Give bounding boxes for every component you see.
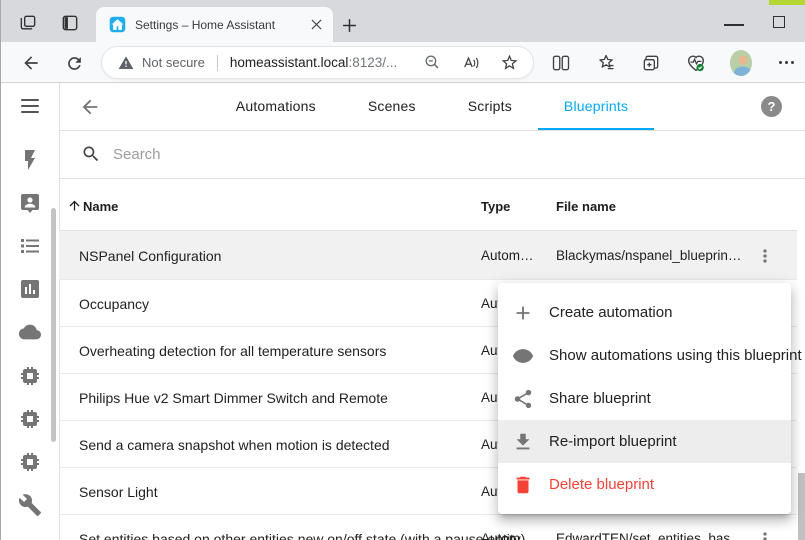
- blueprint-context-menu: Create automation Show automations using…: [498, 283, 791, 514]
- menu-item-label: Re-import blueprint: [549, 433, 677, 450]
- cell-name: Philips Hue v2 Smart Dimmer Switch and R…: [79, 390, 388, 406]
- address-bar[interactable]: Not secure homeassistant.local :8123/...: [101, 46, 534, 79]
- not-secure-label[interactable]: Not secure: [142, 55, 205, 70]
- search-row: [59, 130, 805, 179]
- url-host[interactable]: homeassistant.local: [230, 55, 349, 70]
- row-overflow-menu-icon[interactable]: [754, 245, 776, 267]
- browser-toolbar: Not secure homeassistant.local :8123/...: [1, 42, 805, 83]
- cell-name: Sensor Light: [79, 484, 158, 500]
- browser-window: Settings – Home Assistant Not secure hom…: [0, 0, 805, 540]
- ha-sidebar: [1, 83, 59, 540]
- cell-name: Occupancy: [79, 296, 149, 312]
- menu-item-share-blueprint[interactable]: Share blueprint: [498, 377, 791, 420]
- menu-item-label: Show automations using this blueprint: [549, 347, 802, 364]
- cell-name: Send a camera snapshot when motion is de…: [79, 437, 390, 453]
- home-assistant-page: Automations Scenes Scripts Blueprints ? …: [1, 83, 805, 540]
- background-app-strip: [769, 0, 805, 5]
- zoom-out-icon[interactable]: [423, 53, 442, 72]
- profile-avatar[interactable]: [730, 50, 752, 75]
- chip-icon[interactable]: [18, 407, 42, 431]
- row-overflow-menu-icon[interactable]: [754, 528, 776, 540]
- todo-list-icon[interactable]: [18, 234, 42, 258]
- cell-name: Set entities based on other entities new…: [79, 531, 525, 540]
- cloud-icon[interactable]: [18, 320, 42, 344]
- split-screen-icon[interactable]: [550, 50, 572, 75]
- tab-scripts[interactable]: Scripts: [442, 83, 538, 130]
- chip-icon[interactable]: [18, 364, 42, 388]
- sidebar-menu-icon[interactable]: [21, 99, 39, 113]
- collections-icon[interactable]: [640, 50, 662, 75]
- ha-header: Automations Scenes Scripts Blueprints ?: [59, 83, 805, 130]
- cell-file: Blackymas/nspanel_blueprin…: [556, 248, 741, 263]
- tab-actions-icon[interactable]: [59, 12, 81, 34]
- new-tab-icon[interactable]: [340, 16, 358, 34]
- menu-item-reimport-blueprint[interactable]: Re-import blueprint: [498, 420, 791, 463]
- cell-name: Overheating detection for all temperatur…: [79, 343, 386, 359]
- plus-icon: [511, 301, 535, 325]
- share-icon: [511, 387, 535, 411]
- tab-close-icon[interactable]: [307, 16, 325, 34]
- column-header-name[interactable]: Name: [83, 199, 118, 214]
- not-secure-warning-icon[interactable]: [118, 55, 134, 71]
- url-path[interactable]: :8123/...: [348, 55, 397, 70]
- wrench-icon[interactable]: [18, 493, 42, 517]
- ha-back-icon[interactable]: [79, 96, 101, 118]
- tab-title: Settings – Home Assistant: [135, 18, 307, 32]
- browser-tab-settings[interactable]: Settings – Home Assistant: [96, 7, 333, 42]
- table-row[interactable]: NSPanel Configuration Autom… Blackymas/n…: [59, 231, 797, 280]
- menu-item-create-automation[interactable]: Create automation: [498, 291, 791, 334]
- trash-icon: [511, 473, 535, 497]
- menu-item-label: Share blueprint: [549, 390, 651, 407]
- help-icon[interactable]: ?: [761, 96, 782, 117]
- column-header-file[interactable]: File name: [556, 199, 616, 214]
- table-header-row: Name Type File name: [59, 179, 797, 231]
- sort-ascending-icon[interactable]: [67, 198, 82, 213]
- cell-type: Autom…: [481, 531, 534, 540]
- browser-menu-icon[interactable]: [775, 50, 797, 75]
- lightning-bolt-icon[interactable]: [18, 148, 42, 172]
- tab-automations[interactable]: Automations: [210, 83, 342, 130]
- cell-file: EdwardTEN/set_entities_bas…: [556, 531, 744, 540]
- menu-item-show-automations[interactable]: Show automations using this blueprint: [498, 334, 791, 377]
- search-input[interactable]: [113, 146, 805, 163]
- tab-blueprints[interactable]: Blueprints: [538, 83, 654, 130]
- ha-tab-bar: Automations Scenes Scripts Blueprints: [210, 83, 654, 130]
- history-chart-icon[interactable]: [18, 277, 42, 301]
- sidebar-scrollbar[interactable]: [51, 208, 56, 442]
- person-badge-icon[interactable]: [18, 191, 42, 215]
- browser-essentials-icon[interactable]: [685, 50, 707, 75]
- window-minimize-button[interactable]: [724, 24, 744, 26]
- menu-item-delete-blueprint[interactable]: Delete blueprint: [498, 463, 791, 506]
- cell-name: NSPanel Configuration: [79, 248, 221, 264]
- download-icon: [511, 430, 535, 454]
- tab-strip: Settings – Home Assistant: [1, 0, 805, 42]
- window-maximize-button[interactable]: [773, 16, 785, 28]
- cell-type: Autom…: [481, 248, 534, 263]
- chip-icon[interactable]: [18, 450, 42, 474]
- home-assistant-favicon: [109, 16, 126, 33]
- favorite-star-icon[interactable]: [500, 53, 519, 72]
- refresh-icon[interactable]: [63, 52, 85, 74]
- back-icon[interactable]: [20, 52, 42, 74]
- column-header-type[interactable]: Type: [481, 199, 510, 214]
- address-divider: [217, 55, 218, 71]
- table-row[interactable]: Set entities based on other entities new…: [59, 515, 797, 540]
- eye-icon: [511, 344, 535, 368]
- read-aloud-icon[interactable]: [461, 53, 481, 73]
- search-icon: [81, 144, 101, 164]
- workspaces-icon[interactable]: [17, 12, 39, 34]
- menu-item-label: Delete blueprint: [549, 476, 654, 493]
- favorites-hub-icon[interactable]: [595, 50, 617, 75]
- menu-item-label: Create automation: [549, 304, 672, 321]
- tab-scenes[interactable]: Scenes: [342, 83, 442, 130]
- content-scrollbar[interactable]: [798, 473, 805, 540]
